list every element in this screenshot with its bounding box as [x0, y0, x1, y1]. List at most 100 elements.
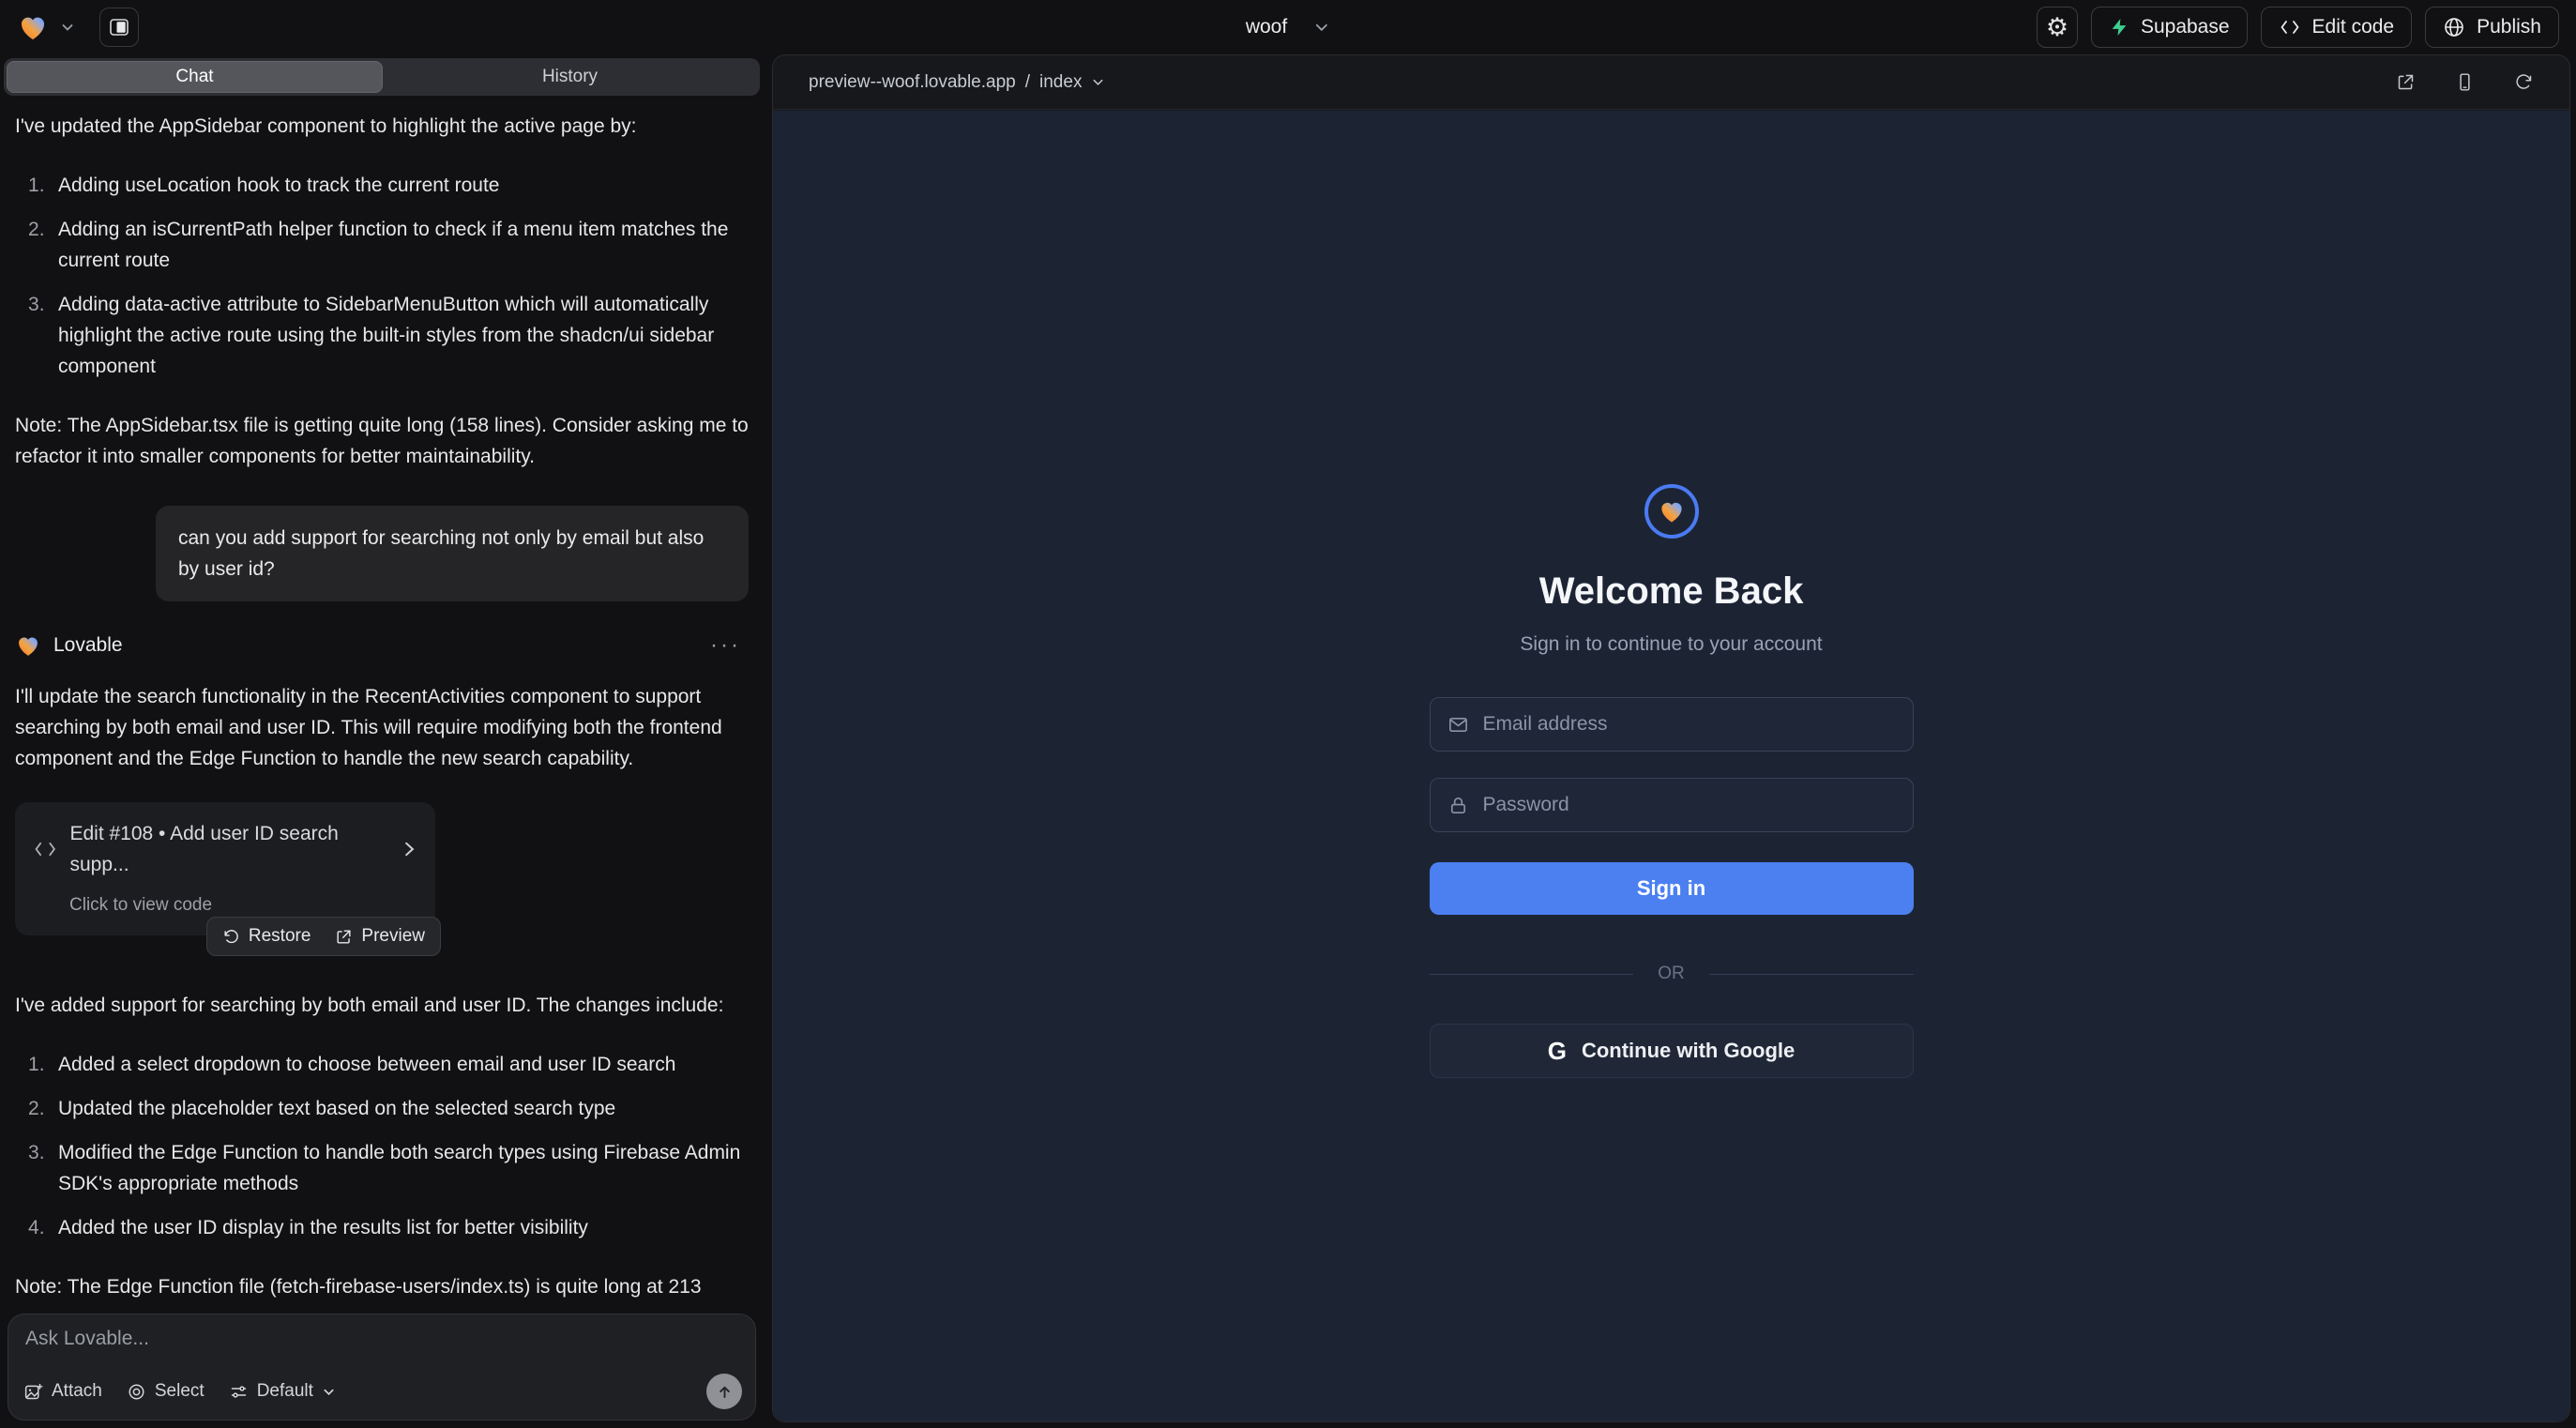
heart-icon — [1658, 497, 1686, 525]
preview-label: Preview — [361, 926, 425, 947]
phone-icon — [2455, 72, 2475, 92]
assistant-paragraph: I've added support for searching by both… — [15, 990, 749, 1021]
supabase-bolt-icon — [2109, 17, 2129, 38]
refresh-button[interactable] — [2514, 72, 2534, 92]
list-item: Updated the placeholder text based on th… — [15, 1093, 749, 1124]
sliders-icon — [229, 1382, 249, 1402]
restore-button[interactable]: Restore — [222, 926, 311, 947]
sign-in-button[interactable]: Sign in — [1430, 862, 1914, 915]
edit-card-title: Edit #108 • Add user ID search supp... — [69, 818, 383, 880]
target-icon — [127, 1382, 146, 1402]
email-field[interactable] — [1483, 713, 1896, 736]
assistant-message-header: Lovable ··· — [15, 630, 749, 661]
lock-icon — [1447, 795, 1469, 816]
external-link-icon — [2396, 72, 2416, 92]
globe-icon — [2443, 16, 2465, 38]
mobile-view-button[interactable] — [2455, 72, 2475, 92]
chat-input[interactable] — [25, 1328, 524, 1369]
edit-card[interactable]: Edit #108 • Add user ID search supp... C… — [15, 802, 435, 935]
message-menu-icon[interactable]: ··· — [710, 630, 741, 661]
preview-url: preview--woof.lovable.app — [809, 72, 1016, 93]
list-item: Added the user ID display in the results… — [15, 1212, 749, 1243]
chat-history-tabs: Chat History — [4, 58, 760, 96]
project-switcher[interactable]: woof — [1246, 16, 1330, 38]
assistant-paragraph: I'll update the search functionality in … — [15, 681, 749, 774]
edit-code-button[interactable]: Edit code — [2261, 7, 2413, 48]
tab-history[interactable]: History — [383, 61, 757, 93]
divider-line — [1709, 974, 1914, 975]
select-label: Select — [155, 1381, 205, 1402]
select-button[interactable]: Select — [127, 1381, 205, 1402]
supabase-button[interactable]: Supabase — [2091, 7, 2248, 48]
settings-button[interactable]: ⚙ — [2037, 7, 2078, 48]
send-button[interactable] — [706, 1374, 742, 1409]
divider-line — [1430, 974, 1634, 975]
chevron-right-icon — [402, 841, 417, 858]
or-divider: OR — [1430, 964, 1914, 984]
attach-label: Attach — [52, 1381, 102, 1402]
assistant-note: Note: The AppSidebar.tsx file is getting… — [15, 410, 749, 472]
list-item: Modified the Edge Function to handle bot… — [15, 1137, 749, 1199]
preview-url-bar: preview--woof.lovable.app / index — [773, 55, 2569, 110]
mode-selector[interactable]: Default — [229, 1381, 336, 1402]
list-item: Adding an isCurrentPath helper function … — [15, 214, 749, 276]
login-subtitle: Sign in to continue to your account — [1520, 633, 1822, 656]
sidebar-toggle-button[interactable] — [99, 8, 139, 47]
email-field-wrapper — [1430, 697, 1914, 752]
mail-icon — [1447, 714, 1469, 736]
password-field[interactable] — [1483, 794, 1896, 816]
chevron-down-icon — [322, 1385, 336, 1399]
supabase-label: Supabase — [2141, 16, 2230, 38]
list-item: Adding useLocation hook to track the cur… — [15, 170, 749, 201]
chevron-down-icon — [1313, 19, 1330, 36]
continue-with-google-button[interactable]: G Continue with Google — [1430, 1024, 1914, 1078]
preview-button[interactable]: Preview — [335, 926, 425, 947]
assistant-paragraph: I've updated the AppSidebar component to… — [15, 111, 749, 142]
tab-chat[interactable]: Chat — [7, 61, 383, 93]
url-separator: / — [1025, 72, 1030, 93]
chevron-down-icon — [1091, 75, 1105, 89]
preview-url-dropdown[interactable]: preview--woof.lovable.app / index — [809, 72, 1105, 93]
assistant-note: Note: The Edge Function file (fetch-fire… — [15, 1271, 749, 1304]
lovable-logo-icon[interactable] — [17, 11, 49, 43]
gear-icon: ⚙ — [2046, 15, 2068, 40]
mode-label: Default — [257, 1381, 313, 1402]
code-icon — [2279, 18, 2301, 37]
open-in-new-tab-button[interactable] — [2396, 72, 2416, 92]
google-g-icon: G — [1548, 1037, 1567, 1066]
publish-button[interactable]: Publish — [2425, 7, 2559, 48]
chat-composer: Attach Select Default — [8, 1314, 756, 1420]
preview-path: index — [1039, 72, 1082, 93]
publish-label: Publish — [2477, 16, 2541, 38]
code-icon — [34, 841, 56, 858]
login-title: Welcome Back — [1539, 570, 1804, 613]
project-name: woof — [1246, 16, 1287, 38]
divider-label: OR — [1658, 964, 1685, 984]
panel-icon — [108, 16, 130, 38]
app-logo — [1644, 484, 1699, 539]
assistant-name: Lovable — [53, 630, 123, 661]
attach-image-icon — [23, 1382, 43, 1402]
chat-panel: Chat History I've updated the AppSidebar… — [0, 54, 764, 1428]
top-bar: woof ⚙ Supabase Edit code — [0, 0, 2576, 54]
attach-button[interactable]: Attach — [23, 1381, 102, 1402]
list-item: Added a select dropdown to choose betwee… — [15, 1049, 749, 1080]
restore-icon — [222, 928, 240, 946]
arrow-up-icon — [716, 1383, 734, 1401]
preview-viewport: Welcome Back Sign in to continue to your… — [773, 111, 2569, 1421]
google-button-label: Continue with Google — [1582, 1039, 1795, 1063]
chevron-down-icon[interactable] — [60, 20, 75, 35]
chat-message-list[interactable]: I've updated the AppSidebar component to… — [0, 96, 764, 1304]
list-item: Adding data-active attribute to SidebarM… — [15, 289, 749, 382]
lovable-avatar-icon — [15, 632, 41, 659]
assistant-numbered-list: Adding useLocation hook to track the cur… — [15, 170, 749, 382]
assistant-numbered-list: Added a select dropdown to choose betwee… — [15, 1049, 749, 1243]
password-field-wrapper — [1430, 778, 1914, 832]
user-message-bubble: can you add support for searching not on… — [156, 506, 749, 601]
login-card: Welcome Back Sign in to continue to your… — [1430, 484, 1914, 1078]
restore-label: Restore — [249, 926, 311, 947]
external-link-icon — [335, 928, 353, 946]
edit-card-container: Edit #108 • Add user ID search supp... C… — [15, 802, 435, 935]
preview-panel: preview--woof.lovable.app / index — [772, 54, 2570, 1422]
refresh-icon — [2514, 72, 2534, 92]
